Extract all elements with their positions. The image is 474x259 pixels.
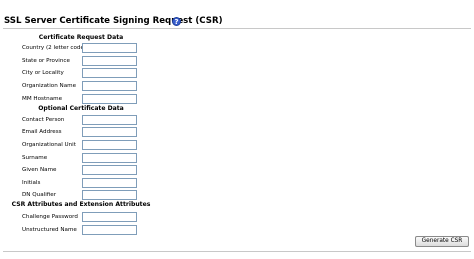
label-mm-hostname: MM Hostname — [22, 96, 63, 102]
label-given-name: Given Name — [22, 167, 57, 173]
section-header-csr-attributes: CSR Attributes and Extension Attributes — [11, 201, 151, 208]
city-or-locality-input[interactable] — [82, 68, 137, 78]
mm-hostname-input[interactable] — [82, 94, 137, 104]
given-name-input[interactable] — [82, 165, 137, 175]
generate-csr-button[interactable]: Generate CSR — [415, 236, 469, 247]
country-input[interactable] — [82, 43, 137, 53]
organization-name-input[interactable] — [82, 81, 137, 91]
label-state-or-province: State or Province — [22, 58, 70, 64]
challenge-password-input[interactable] — [82, 212, 137, 222]
label-organizational-unit: Organizational Unit — [22, 142, 76, 148]
page-title: SSL Server Certificate Signing Request (… — [4, 16, 223, 26]
label-contact-person: Contact Person — [22, 117, 65, 123]
email-address-input[interactable] — [82, 127, 137, 137]
bottom-divider — [3, 251, 471, 252]
dn-qualifier-input[interactable] — [82, 190, 137, 200]
label-surname: Surname — [22, 155, 48, 161]
initials-input[interactable] — [82, 178, 137, 188]
contact-person-input[interactable] — [82, 115, 137, 125]
label-unstructured-name: Unstructured Name — [22, 227, 77, 233]
label-initials: Initials — [22, 180, 41, 186]
state-or-province-input[interactable] — [82, 56, 137, 66]
label-dn-qualifier: DN Qualifier — [22, 192, 57, 198]
label-organization-name: Organization Name — [22, 83, 77, 89]
section-header-optional-certificate-data: Optional Certificate Data — [38, 105, 124, 112]
surname-input[interactable] — [82, 153, 137, 163]
unstructured-name-input[interactable] — [82, 225, 137, 235]
label-email-address: Email Address — [22, 129, 62, 135]
label-country: Country (2 letter code) — [22, 45, 87, 51]
title-divider — [3, 28, 471, 29]
label-city-or-locality: City or Locality — [22, 70, 64, 76]
label-challenge-password: Challenge Password — [22, 214, 78, 220]
organizational-unit-input[interactable] — [82, 140, 137, 150]
section-header-certificate-request-data: Certificate Request Data — [38, 34, 124, 41]
help-icon[interactable]: ? — [172, 17, 181, 26]
